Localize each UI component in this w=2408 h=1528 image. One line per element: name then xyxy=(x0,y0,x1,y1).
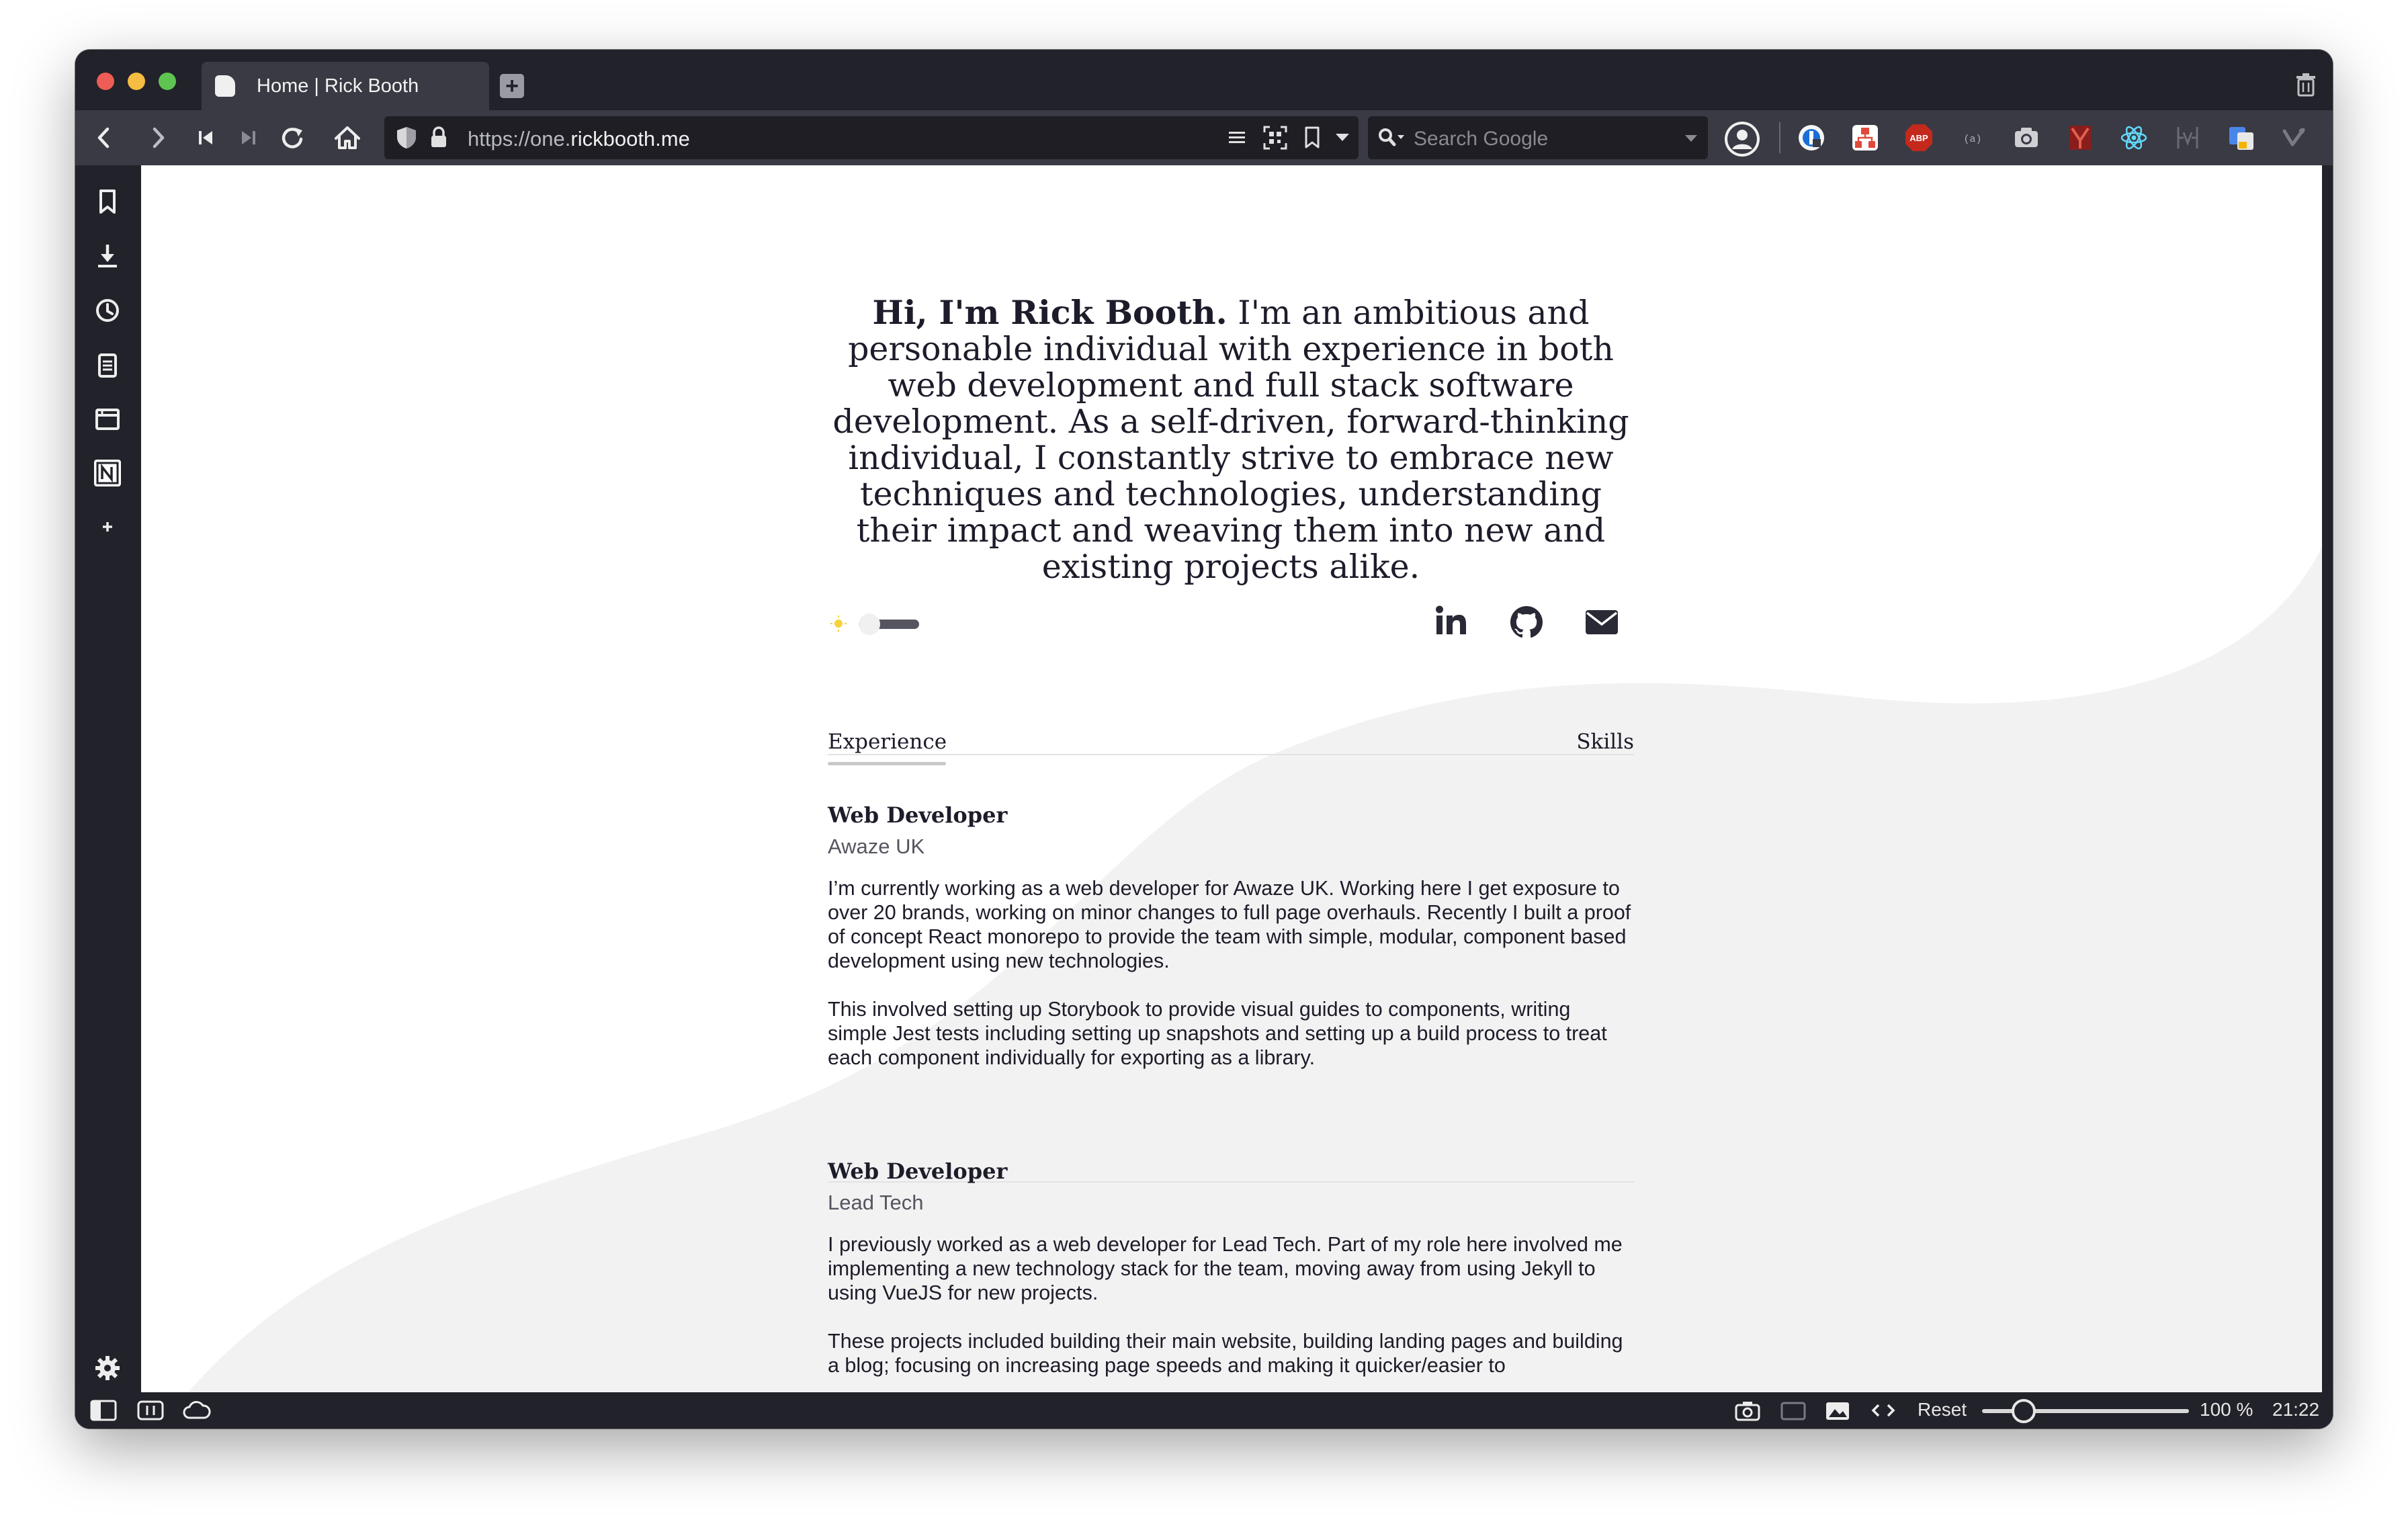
history-icon[interactable] xyxy=(91,294,124,327)
zoom-slider-knob[interactable] xyxy=(2011,1399,2036,1423)
profile-avatar-icon[interactable] xyxy=(1723,120,1762,159)
email-icon[interactable] xyxy=(1583,603,1621,641)
capture-icon[interactable] xyxy=(1733,1399,1762,1422)
sun-icon xyxy=(830,616,847,632)
web-page: Hi, I'm Rick Booth. I'm an ambitious and… xyxy=(141,165,2322,1392)
reload-icon[interactable] xyxy=(277,122,308,153)
zoom-level: 100 % xyxy=(2200,1399,2253,1420)
search-placeholder: Search Google xyxy=(1414,128,1549,150)
google-translate-extension-icon[interactable] xyxy=(2227,123,2256,153)
tab-title: Home | Rick Booth xyxy=(257,75,419,97)
adblock-plus-extension-icon[interactable]: ABP xyxy=(1904,123,1934,153)
svg-text:ABP: ABP xyxy=(1909,133,1928,143)
add-panel-icon[interactable] xyxy=(91,511,124,543)
intro-name: Hi, I'm Rick Booth. xyxy=(872,293,1228,332)
bookmarks-icon[interactable] xyxy=(91,185,124,218)
job-description: I previously worked as a web developer f… xyxy=(828,1233,1623,1304)
qr-code-icon[interactable] xyxy=(1262,124,1289,151)
linkedin-icon[interactable] xyxy=(1432,603,1470,641)
dropdown-icon[interactable] xyxy=(1334,132,1350,143)
header-divider xyxy=(828,754,1634,755)
clock: 21:22 xyxy=(2272,1399,2320,1420)
theme-toggle-graphic xyxy=(830,613,939,635)
react-devtools-extension-icon[interactable] xyxy=(2119,123,2149,153)
notion-icon[interactable] xyxy=(91,457,124,489)
search-engine-icon[interactable] xyxy=(1377,127,1406,148)
downloads-icon[interactable] xyxy=(91,239,124,271)
new-tab-icon[interactable]: + xyxy=(500,74,524,98)
onepassword-extension-icon[interactable] xyxy=(1797,123,1826,153)
forward-icon[interactable] xyxy=(142,122,173,153)
vivaldi-extension-icon[interactable] xyxy=(2279,123,2309,153)
rickbooth-favicon xyxy=(215,75,235,97)
browser-tab[interactable]: Home | Rick Booth xyxy=(202,62,489,110)
window-icon[interactable] xyxy=(91,403,124,435)
toolbar-separator xyxy=(1779,122,1780,153)
job-company: Lead Tech xyxy=(828,1191,924,1214)
shield-icon[interactable] xyxy=(395,126,418,150)
tab-bar: Home | Rick Booth + xyxy=(75,50,2333,110)
home-icon[interactable] xyxy=(332,122,363,153)
job-description: I’m currently working as a web developer… xyxy=(828,877,1631,972)
camera-extension-icon[interactable] xyxy=(2012,123,2041,153)
intro-paragraph: Hi, I'm Rick Booth. I'm an ambitious and… xyxy=(828,294,1634,585)
browser-window: Home | Rick Booth + https://one.rickboot… xyxy=(75,50,2333,1429)
placeholder-extension-icon[interactable]: (a) xyxy=(1958,123,1987,153)
intro-text: I'm an ambitious and personable individu… xyxy=(832,294,1629,586)
job-title: Web Developer xyxy=(828,1158,1008,1184)
tiling-icon[interactable] xyxy=(1779,1399,1807,1422)
vue-devtools-extension-icon[interactable] xyxy=(2173,123,2202,153)
page-actions-icon[interactable] xyxy=(1869,1399,1897,1422)
github-icon[interactable] xyxy=(1508,603,1545,641)
back-icon[interactable] xyxy=(89,122,120,153)
job-description: This involved setting up Storybook to pr… xyxy=(828,998,1607,1069)
bookmark-icon[interactable] xyxy=(1303,126,1321,150)
job-description: These projects included building their m… xyxy=(828,1330,1623,1377)
job-company: Awaze UK xyxy=(828,835,925,858)
notes-icon[interactable] xyxy=(91,349,124,382)
navigation-bar: https://one.rickbooth.me Search Google A… xyxy=(75,110,2333,165)
status-bar: Reset 100 % 21:22 xyxy=(75,1392,2333,1429)
tab-experience-underline xyxy=(828,762,946,765)
minimize-window-button[interactable] xyxy=(128,73,145,90)
reader-icon[interactable] xyxy=(1227,130,1247,146)
url-text: https://one.rickbooth.me xyxy=(468,127,690,151)
tab-skills[interactable]: Skills xyxy=(1576,730,1634,754)
sitemap-extension-icon[interactable] xyxy=(1850,123,1880,153)
fast-forward-icon[interactable] xyxy=(232,122,263,153)
side-panel xyxy=(75,165,141,1392)
trash-icon[interactable] xyxy=(2292,71,2319,98)
svg-text:(a): (a) xyxy=(1963,134,1981,145)
moon-icon xyxy=(931,616,939,633)
rewind-icon[interactable] xyxy=(191,122,222,153)
search-dropdown-icon[interactable] xyxy=(1684,134,1698,143)
theme-toggle[interactable] xyxy=(828,610,962,637)
close-window-button[interactable] xyxy=(97,73,114,90)
images-icon[interactable] xyxy=(1823,1399,1852,1422)
search-box[interactable]: Search Google xyxy=(1368,116,1708,159)
tab-experience[interactable]: Experience xyxy=(828,730,947,754)
address-bar[interactable]: https://one.rickbooth.me xyxy=(384,116,1359,159)
lock-icon xyxy=(431,126,446,147)
job-title: Web Developer xyxy=(828,802,1008,828)
fork-extension-icon[interactable] xyxy=(2065,123,2095,153)
zoom-window-button[interactable] xyxy=(159,73,176,90)
sync-cloud-icon[interactable] xyxy=(181,1399,211,1422)
zoom-reset-button[interactable]: Reset xyxy=(1918,1399,1967,1420)
tile-tabs-icon[interactable] xyxy=(137,1399,164,1422)
settings-icon[interactable] xyxy=(91,1352,124,1384)
panel-toggle-icon[interactable] xyxy=(90,1399,117,1422)
